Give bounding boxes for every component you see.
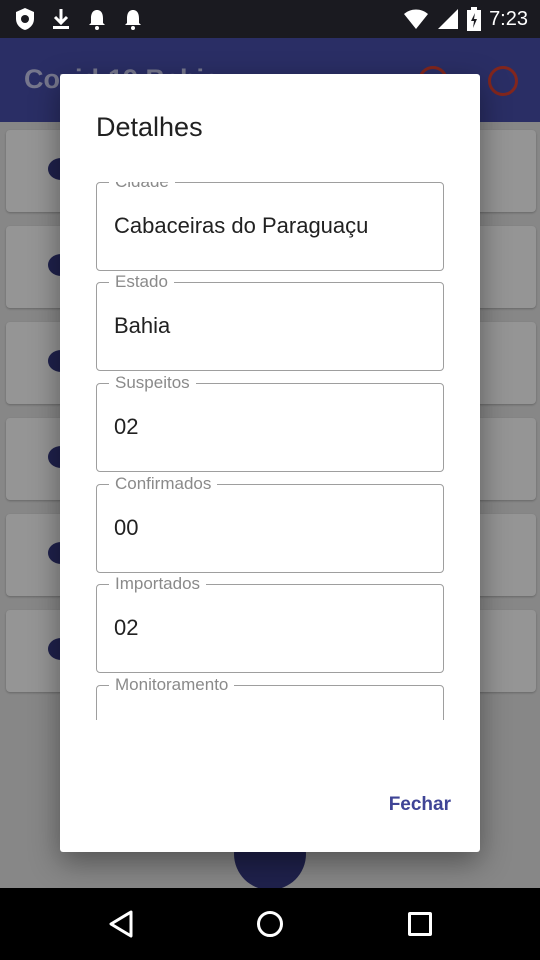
- signal-icon: [438, 9, 459, 29]
- state-value: Bahia: [114, 313, 171, 338]
- monitoring-label: Monitoramento: [109, 675, 235, 695]
- monitoring-value: 04: [114, 716, 138, 720]
- imported-field[interactable]: Importados 02: [96, 574, 444, 673]
- fields-scroll-area[interactable]: Cidade Cabaceiras do Paraguaçu Estado Ba…: [96, 182, 444, 720]
- recents-icon[interactable]: [408, 912, 432, 936]
- city-value: Cabaceiras do Paraguaçu: [114, 213, 369, 238]
- nav-bar: [0, 888, 540, 960]
- bell-icon: [89, 10, 105, 30]
- dialog-title: Detalhes: [96, 112, 203, 142]
- suspects-field[interactable]: Suspeitos 02: [96, 373, 444, 472]
- monitoring-field[interactable]: Monitoramento 04: [96, 675, 444, 720]
- city-label: Cidade: [109, 182, 175, 192]
- download-icon: [53, 9, 69, 29]
- clock: 7:23: [489, 7, 528, 30]
- wifi-icon: [404, 9, 429, 29]
- confirmed-label: Confirmados: [109, 474, 218, 494]
- back-icon[interactable]: [108, 910, 134, 938]
- close-button[interactable]: Fechar: [389, 794, 451, 816]
- shield-icon: [16, 8, 34, 30]
- state-field[interactable]: Estado Bahia: [96, 272, 444, 371]
- imported-value: 02: [114, 615, 139, 640]
- suspects-label: Suspeitos: [109, 373, 196, 393]
- battery-icon: [467, 7, 482, 31]
- suspects-value: 02: [114, 414, 139, 439]
- imported-label: Importados: [109, 574, 207, 594]
- confirmed-value: 00: [114, 515, 139, 540]
- status-bar: 7:23: [0, 0, 540, 38]
- details-dialog: Detalhes Cidade Cabaceiras do Paraguaçu …: [60, 74, 480, 852]
- bell-icon: [125, 10, 141, 30]
- state-label: Estado: [109, 272, 174, 292]
- confirmed-field[interactable]: Confirmados 00: [96, 474, 444, 573]
- home-icon[interactable]: [257, 911, 283, 937]
- city-field[interactable]: Cidade Cabaceiras do Paraguaçu: [96, 182, 444, 271]
